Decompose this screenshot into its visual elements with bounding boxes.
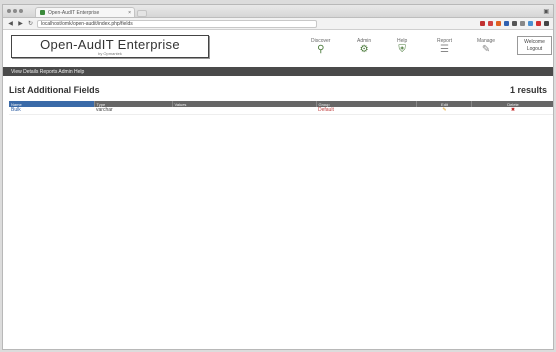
app-logo[interactable]: Open-AudIT Enterprise by Opmantek bbox=[11, 35, 209, 58]
main-menu-bar[interactable]: View Details Reports Admin Help bbox=[3, 67, 553, 76]
extension-icon[interactable] bbox=[520, 21, 525, 26]
page-title: List Additional Fields bbox=[9, 85, 100, 95]
browser-window: Open-AudIT Enterprise × ▣ ◀ ▶ ↻ localhos… bbox=[2, 4, 554, 350]
browser-tab[interactable]: Open-AudIT Enterprise × bbox=[35, 7, 135, 17]
url-text: localhost/omk/open-audit/index.php/field… bbox=[41, 20, 133, 27]
discover-icon[interactable]: Discover ⚲ bbox=[311, 38, 330, 55]
reload-icon[interactable]: ↻ bbox=[27, 20, 34, 27]
extension-icons bbox=[480, 21, 549, 26]
table-row: Bulk varchar Default ✎ ✖ bbox=[9, 107, 553, 115]
extension-icon[interactable] bbox=[528, 21, 533, 26]
main-content: List Additional Fields 1 results Name Ty… bbox=[3, 85, 553, 115]
field-name-link[interactable]: Bulk bbox=[9, 107, 94, 115]
extension-icon[interactable] bbox=[480, 21, 485, 26]
field-group: Default bbox=[316, 107, 416, 115]
menu-icon[interactable] bbox=[544, 21, 549, 26]
favicon-icon bbox=[40, 10, 45, 15]
window-controls bbox=[7, 9, 23, 13]
field-values bbox=[172, 107, 316, 115]
logo-subtext: by Opmantek bbox=[98, 51, 122, 56]
extension-icon[interactable] bbox=[536, 21, 541, 26]
maximize-window-icon[interactable] bbox=[19, 9, 23, 13]
extension-icon[interactable] bbox=[512, 21, 517, 26]
report-icon[interactable]: Report ☰ bbox=[437, 38, 452, 55]
manage-icon[interactable]: Manage ✎ bbox=[477, 38, 495, 55]
delete-icon[interactable]: ✖ bbox=[511, 107, 515, 113]
close-window-icon[interactable] bbox=[7, 9, 11, 13]
extension-icon[interactable] bbox=[488, 21, 493, 26]
tab-bar: Open-AudIT Enterprise × ▣ bbox=[3, 5, 553, 18]
extension-icon[interactable] bbox=[504, 21, 509, 26]
window-menu-icon[interactable]: ▣ bbox=[543, 8, 549, 15]
minimize-window-icon[interactable] bbox=[13, 9, 17, 13]
menu-text: View Details Reports Admin Help bbox=[11, 68, 85, 75]
extension-icon[interactable] bbox=[496, 21, 501, 26]
welcome-label: Welcome bbox=[524, 39, 545, 45]
new-tab-button[interactable] bbox=[137, 10, 147, 17]
logout-label: Logout bbox=[526, 46, 543, 52]
tab-title: Open-AudIT Enterprise bbox=[48, 9, 100, 16]
results-count: 1 results bbox=[509, 85, 547, 95]
forward-icon[interactable]: ▶ bbox=[17, 20, 24, 27]
field-type: varchar bbox=[94, 107, 172, 115]
title-row: List Additional Fields 1 results bbox=[9, 85, 547, 95]
tab-close-icon[interactable]: × bbox=[128, 10, 131, 16]
admin-icon[interactable]: Admin ⚙ bbox=[357, 38, 371, 55]
logout-button[interactable]: Welcome Logout bbox=[517, 36, 552, 55]
help-icon[interactable]: Help ⛨ bbox=[397, 38, 407, 55]
edit-icon[interactable]: ✎ bbox=[442, 107, 446, 113]
back-icon[interactable]: ◀ bbox=[7, 20, 14, 27]
logo-text: Open-AudIT Enterprise bbox=[40, 37, 180, 52]
browser-toolbar: ◀ ▶ ↻ localhost/omk/open-audit/index.php… bbox=[3, 18, 553, 30]
url-bar[interactable]: localhost/omk/open-audit/index.php/field… bbox=[37, 19, 317, 28]
fields-table: Name Type Values Group Edit Delete Bulk … bbox=[9, 101, 553, 115]
app-header: Open-AudIT Enterprise by Opmantek Discov… bbox=[3, 30, 553, 67]
